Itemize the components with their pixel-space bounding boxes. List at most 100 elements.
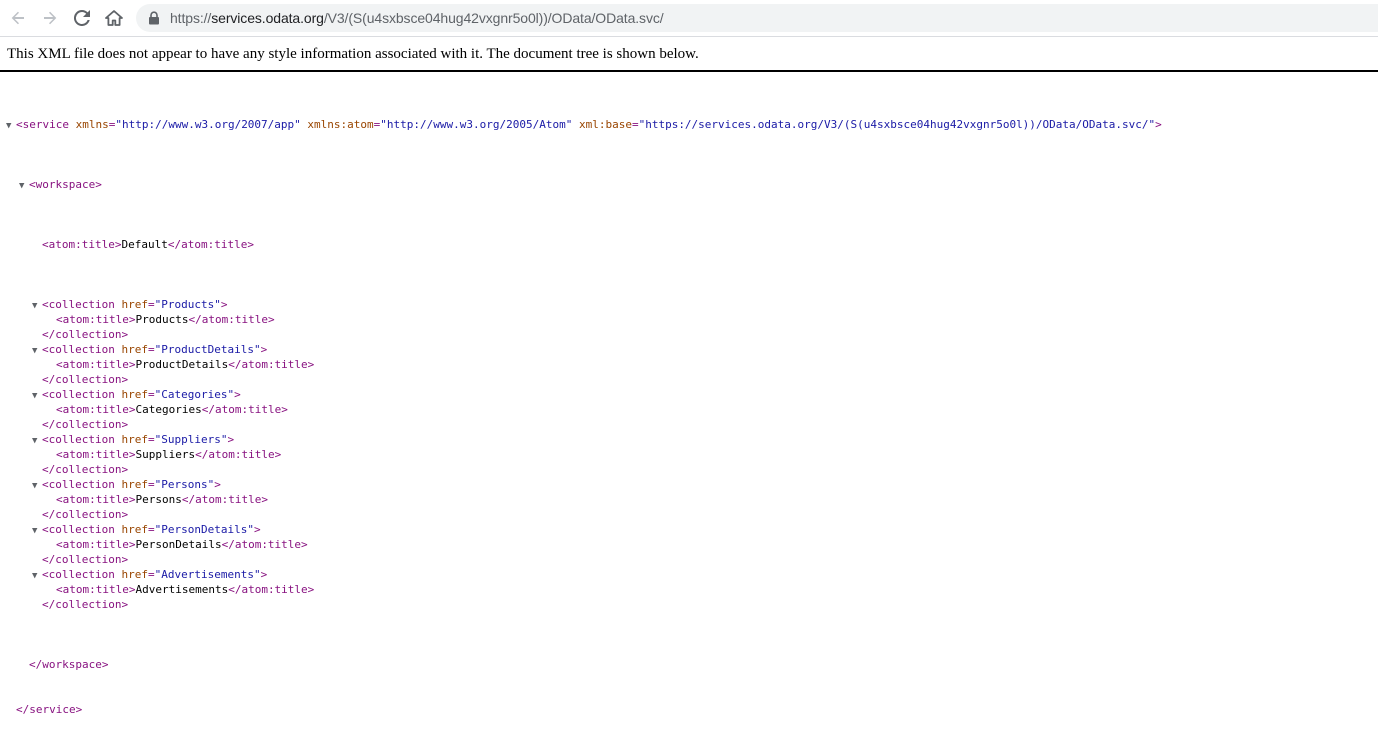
collection-open-line: ▼ <collection href="ProductDetails"> (0, 342, 1162, 357)
collection-close-tag: </collection> (42, 463, 129, 476)
workspace-close-line: </workspace> (0, 657, 1162, 672)
collection-block: ▼ <collection href="ProductDetails"> <atom… (0, 342, 1162, 387)
workspace-title-text: Default (121, 238, 168, 251)
collection-close-tag: </collection> (42, 373, 129, 386)
collection-open-tag: <collection (42, 298, 115, 311)
collection-open-tag: <collection (42, 568, 115, 581)
collection-title-text: Categories (135, 403, 202, 416)
collection-block: ▼ <collection href="Advertisements"> <atom… (0, 567, 1162, 612)
notice-divider (0, 70, 1378, 72)
collection-title-line: <atom:title>ProductDetails</atom:title> (56, 358, 315, 371)
collection-open-line: ▼ <collection href="Advertisements"> (0, 567, 1162, 582)
href-value: "PersonDetails" (154, 523, 254, 536)
collection-open-tag: <collection (42, 433, 115, 446)
collection-block: ▼ <collection href="Categories"> <atom:tit… (0, 387, 1162, 432)
href-attr: href (121, 478, 148, 491)
collection-close-tag: </collection> (42, 328, 129, 341)
href-attr: href (121, 343, 148, 356)
back-arrow-icon (11, 11, 24, 25)
collection-close-line: </collection> (0, 417, 1162, 432)
collection-open-tag: <collection (42, 523, 115, 536)
href-value: "Persons" (154, 478, 215, 491)
collection-close-tag: </collection> (42, 553, 129, 566)
href-attr: href (121, 433, 148, 446)
service-open-line: ▼ <service xmlns="http://www.w3.org/2007/… (0, 117, 1162, 132)
href-value: "Advertisements" (154, 568, 261, 581)
href-value: "Categories" (154, 388, 235, 401)
service-close-line: </service> (0, 702, 1162, 717)
xml-base-attr: xml:base (578, 118, 632, 131)
address-bar[interactable]: https://services.odata.org/V3/(S(u4sxbsc… (136, 4, 1378, 32)
collection-close-tag: </collection> (42, 418, 129, 431)
href-value: "Products" (154, 298, 221, 311)
xmlns-value: "http://www.w3.org/2007/app" (115, 118, 301, 131)
reload-button[interactable] (70, 6, 94, 30)
collection-open-tag: <collection (42, 478, 115, 491)
collection-title-line: <atom:title>Categories</atom:title> (56, 403, 288, 416)
collection-title-text: Suppliers (135, 448, 196, 461)
href-attr: href (121, 298, 148, 311)
url-path: /V3/(S(u4sxbsce04hug42vxgnr5o0l))/OData/… (323, 10, 664, 26)
collection-open-tag: <collection (42, 388, 115, 401)
collection-open-line: ▼ <collection href="Categories"> (0, 387, 1162, 402)
forward-arrow-icon (44, 11, 57, 25)
workspace-close-tag: </workspace> (29, 658, 109, 671)
collection-close-tag: </collection> (42, 598, 129, 611)
collapse-triangle-icon[interactable]: ▼ (19, 179, 29, 194)
back-button[interactable] (6, 6, 30, 30)
collection-open-tag: <collection (42, 343, 115, 356)
collection-title-text: Advertisements (135, 583, 229, 596)
workspace-title-line: <atom:title>Default</atom:title> (42, 238, 254, 251)
url-protocol: https:// (170, 10, 212, 26)
xml-style-notice: This XML file does not appear to have an… (7, 46, 699, 62)
xml-base-value: "https://services.odata.org/V3/(S(u4sxbs… (638, 118, 1156, 131)
collection-close-line: </collection> (0, 597, 1162, 612)
xmlns-atom-attr: xmlns:atom (307, 118, 374, 131)
service-close-tag: </service> (16, 703, 83, 716)
xml-tree: ▼ <service xmlns="http://www.w3.org/2007/… (0, 87, 1162, 732)
service-open-tag: <service (16, 118, 69, 131)
url-text[interactable]: https://services.odata.org/V3/(S(u4sxbsc… (170, 10, 664, 26)
home-icon (105, 10, 123, 26)
collection-title-text: Products (135, 313, 189, 326)
href-attr: href (121, 568, 148, 581)
collection-close-line: </collection> (0, 372, 1162, 387)
collection-title-text: ProductDetails (135, 358, 229, 371)
collection-title-text: PersonDetails (135, 538, 222, 551)
browser-toolbar: https://services.odata.org/V3/(S(u4sxbsc… (0, 0, 1378, 37)
collection-open-line: ▼ <collection href="PersonDetails"> (0, 522, 1162, 537)
collection-close-tag: </collection> (42, 508, 129, 521)
url-host: services.odata.org (211, 10, 324, 26)
collection-open-line: ▼ <collection href="Suppliers"> (0, 432, 1162, 447)
collection-title-line: <atom:title>Advertisements</atom:title> (56, 583, 315, 596)
collection-close-line: </collection> (0, 552, 1162, 567)
collection-title-text: Persons (135, 493, 182, 506)
collection-open-line: ▼ <collection href="Persons"> (0, 477, 1162, 492)
collection-title-line: <atom:title>Persons</atom:title> (56, 493, 268, 506)
collapse-triangle-icon[interactable]: ▼ (6, 119, 16, 134)
collection-open-line: ▼ <collection href="Products"> (0, 297, 1162, 312)
collection-title-line: <atom:title>Suppliers</atom:title> (56, 448, 282, 461)
home-button[interactable] (102, 6, 126, 30)
forward-button[interactable] (38, 6, 62, 30)
href-attr: href (121, 388, 148, 401)
collection-close-line: </collection> (0, 462, 1162, 477)
collection-close-line: </collection> (0, 327, 1162, 342)
collection-list: ▼ <collection href="Products"> <atom:title… (0, 297, 1162, 612)
lock-icon[interactable] (148, 11, 160, 25)
href-value: "Suppliers" (154, 433, 228, 446)
href-attr: href (121, 523, 148, 536)
collection-block: ▼ <collection href="Products"> <atom:title… (0, 297, 1162, 342)
collection-block: ▼ <collection href="PersonDetails"> <atom:… (0, 522, 1162, 567)
href-value: "ProductDetails" (154, 343, 261, 356)
collection-block: ▼ <collection href="Persons"> <atom:title>… (0, 477, 1162, 522)
collection-title-line: <atom:title>PersonDetails</atom:title> (56, 538, 308, 551)
reload-icon (74, 10, 90, 26)
workspace-open-line: ▼ <workspace> (0, 177, 1162, 192)
collection-title-line: <atom:title>Products</atom:title> (56, 313, 275, 326)
xmlns-atom-value: "http://www.w3.org/2005/Atom" (380, 118, 573, 131)
xmlns-attr: xmlns (75, 118, 109, 131)
workspace-open-tag: <workspace> (29, 178, 102, 191)
collection-block: ▼ <collection href="Suppliers"> <atom:titl… (0, 432, 1162, 477)
collection-close-line: </collection> (0, 507, 1162, 522)
